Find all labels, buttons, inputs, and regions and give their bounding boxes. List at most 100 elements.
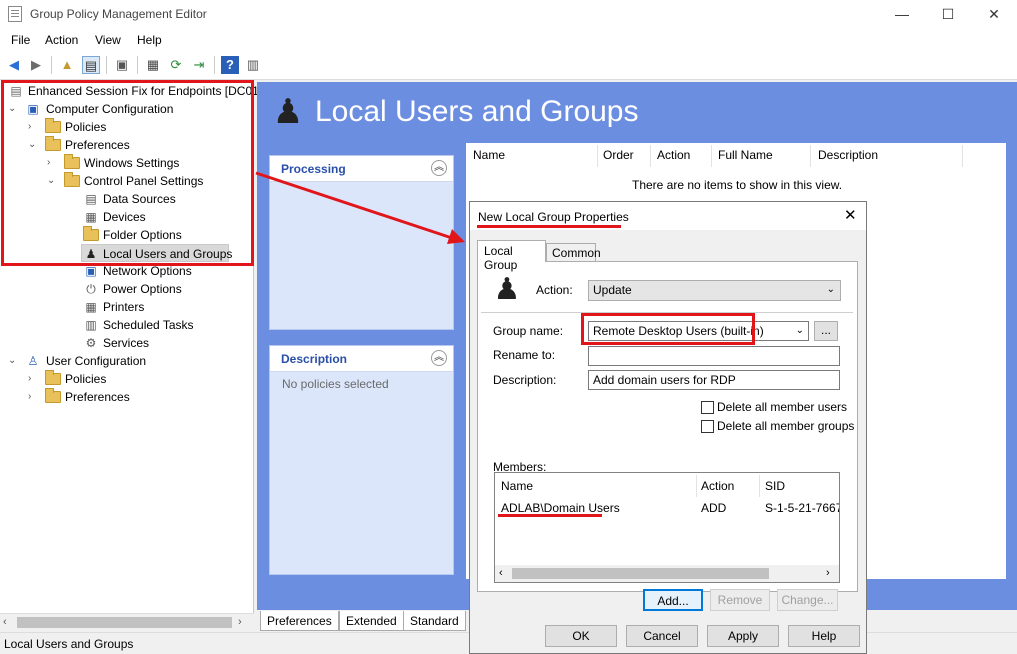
menu-file[interactable]: File [11,33,30,47]
refresh-icon[interactable]: ⟳ [167,56,185,74]
dialog-title: New Local Group Properties [478,210,629,224]
title-bar: Group Policy Management Editor — ☐ ✕ [0,0,1017,28]
collapse-icon[interactable]: ︽ [431,160,447,176]
help-button[interactable]: Help [788,625,860,647]
tree-highlight-box [1,80,254,266]
group-name-highlight-box [581,313,755,345]
apply-button[interactable]: Apply [707,625,779,647]
members-horizontal-scrollbar[interactable]: ‹ › [495,565,839,582]
properties-icon[interactable]: ▥ [244,56,262,74]
minimize-button[interactable]: — [879,0,925,28]
action-select[interactable]: Update ⌄ [588,280,841,301]
tab-standard[interactable]: Standard [403,611,466,631]
chevron-down-icon[interactable]: ⌄ [8,352,18,370]
menu-help[interactable]: Help [137,33,162,47]
action-value: Update [593,283,632,297]
menu-bar: File Action View Help [0,28,1017,50]
clipboard-icon[interactable]: ▣ [113,56,131,74]
browse-button[interactable]: ... [814,321,838,341]
tree-user-policies[interactable]: › Policies [28,370,228,388]
printer-icon: ▦ [85,300,97,314]
tab-page: ♟ Action: Update ⌄ Group name: Remote De… [477,261,858,592]
description-panel: Description ︽ No policies selected [269,345,454,575]
members-column-name[interactable]: Name [501,479,533,493]
member-action: ADD [701,501,727,515]
ok-button[interactable]: OK [545,625,617,647]
tree-label: Power Options [103,282,182,296]
tab-label: Common [552,246,601,260]
column-order[interactable]: Order [603,148,634,162]
page-title: Local Users and Groups [315,95,639,128]
tree-user-preferences[interactable]: › Preferences [28,388,228,406]
scroll-thumb[interactable] [17,617,232,628]
title-underline [477,225,621,228]
print-icon[interactable]: ▦ [144,56,162,74]
tree-label: Scheduled Tasks [103,318,194,332]
collapse-icon[interactable]: ︽ [431,350,447,366]
maximize-button[interactable]: ☐ [925,0,971,28]
group-name-label: Group name: [493,324,564,338]
description-title: Description [270,346,453,372]
description-text: No policies selected [282,377,389,391]
change-button[interactable]: Change... [777,589,838,611]
menu-action[interactable]: Action [45,33,78,47]
tree-scheduled-tasks[interactable]: ▥ Scheduled Tasks [83,316,233,334]
members-list[interactable]: Name Action SID ADLAB\Domain Users ADD S… [494,472,840,583]
description-field[interactable]: Add domain users for RDP [588,370,840,390]
tree-power-options[interactable]: ⏻ Power Options [83,280,233,298]
processing-title: Processing [270,156,453,182]
scroll-left-icon[interactable]: ‹ [499,565,503,582]
scroll-right-icon[interactable]: › [826,565,830,582]
chevron-down-icon: ⌄ [826,284,835,295]
remove-button[interactable]: Remove [710,589,770,611]
view-tabs: Preferences Extended Standard [255,611,467,632]
tab-local-group[interactable]: Local Group [477,240,546,272]
up-folder-icon[interactable]: ▲ [58,56,76,74]
tree-horizontal-scrollbar[interactable]: ‹ › [0,613,254,630]
help-icon[interactable]: ? [221,56,239,74]
add-button[interactable]: Add... [643,589,703,611]
tab-common[interactable]: Common [546,243,601,262]
tree-label: Printers [103,300,145,314]
dialog-close-icon[interactable]: ✕ [844,206,857,224]
tab-label: Local Group [484,244,518,272]
scroll-right-icon[interactable]: › [238,614,242,631]
members-column-action[interactable]: Action [701,479,734,493]
member-name: ADLAB\Domain Users [501,501,620,515]
tab-extended[interactable]: Extended [339,611,404,631]
users-icon: ♟ [493,273,521,306]
show-tree-icon[interactable]: ▤ [82,56,100,74]
folder-icon [45,388,61,403]
close-button[interactable]: ✕ [971,0,1017,28]
rename-label: Rename to: [493,348,556,362]
column-description[interactable]: Description [818,148,878,162]
scheduled-tasks-icon: ▥ [85,318,97,332]
back-icon[interactable]: ◀ [5,56,23,74]
chevron-right-icon[interactable]: › [28,370,38,388]
cancel-button[interactable]: Cancel [626,625,698,647]
rename-field[interactable] [588,346,840,366]
member-sid: S-1-5-21-76676 [765,501,839,515]
delete-users-checkbox[interactable] [701,401,714,414]
column-action[interactable]: Action [657,148,690,162]
action-label: Action: [536,283,573,297]
tree-printers[interactable]: ▦ Printers [83,298,233,316]
tree-user-configuration[interactable]: ⌄ ♙ User Configuration [8,352,238,370]
tree-services[interactable]: ⚙ Services [83,334,233,352]
members-column-sid[interactable]: SID [765,479,785,493]
scroll-left-icon[interactable]: ‹ [3,614,7,631]
tree-label: Policies [65,372,107,386]
column-full-name[interactable]: Full Name [718,148,773,162]
forward-icon[interactable]: ▶ [27,56,45,74]
export-icon[interactable]: ⇥ [190,56,208,74]
delete-groups-checkbox[interactable] [701,420,714,433]
tab-preferences[interactable]: Preferences [260,611,339,631]
delete-users-label: Delete all member users [717,400,848,414]
scroll-thumb[interactable] [512,568,769,579]
column-name[interactable]: Name [473,148,505,162]
menu-view[interactable]: View [95,33,121,47]
chevron-right-icon[interactable]: › [28,388,38,406]
description-label: Description: [493,373,557,387]
tree-label: User Configuration [46,354,147,368]
tree-label: Preferences [65,390,130,404]
